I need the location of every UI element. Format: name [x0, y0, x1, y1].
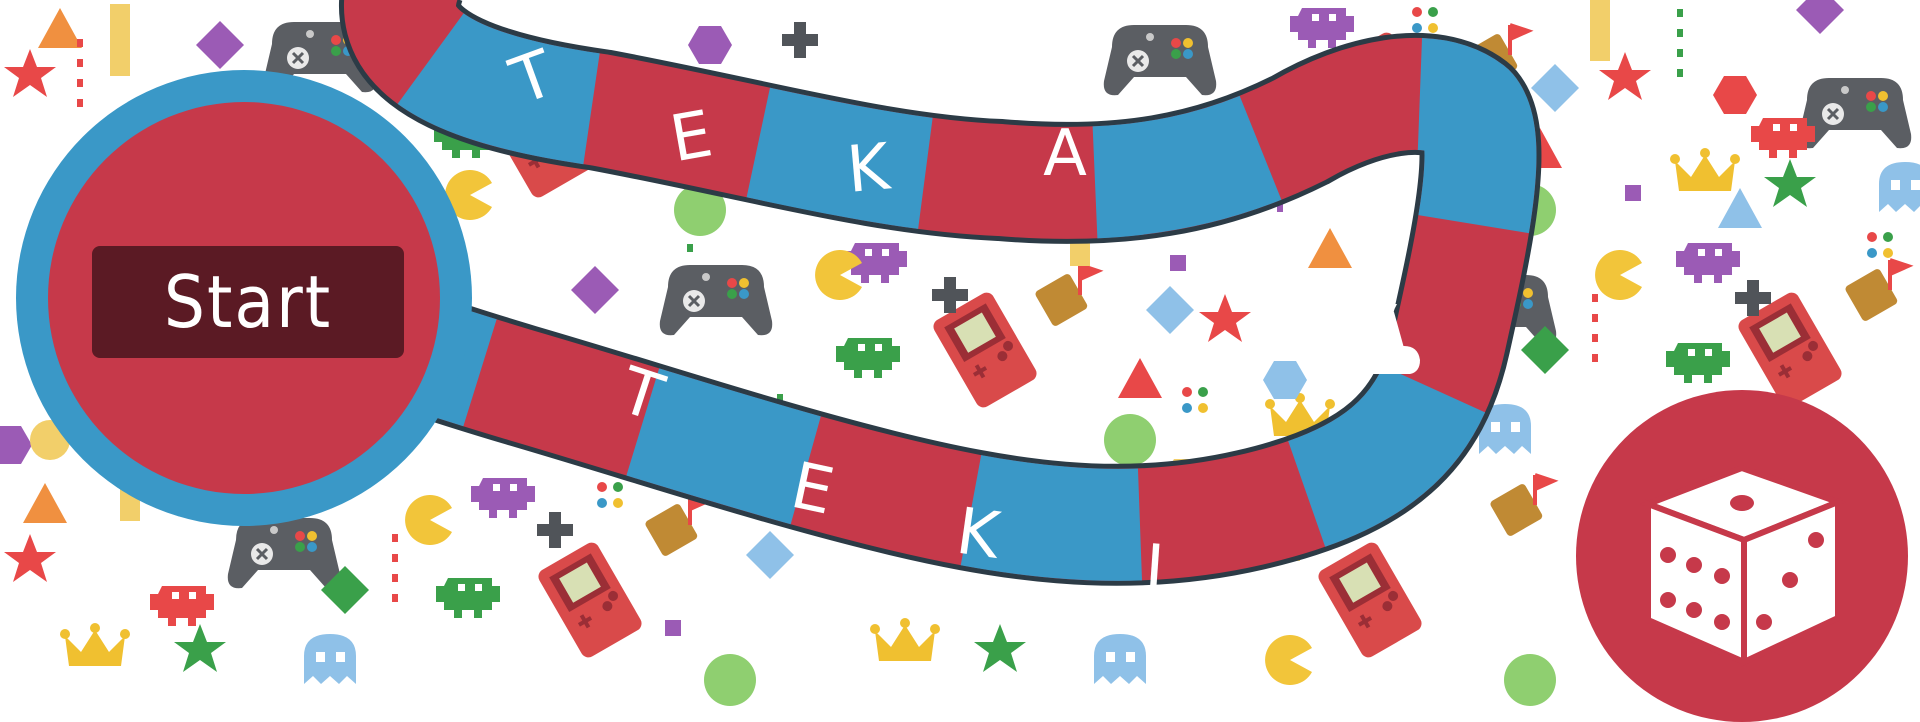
dots-shape — [77, 39, 83, 107]
track-letter: K — [844, 130, 894, 208]
game-controller-icon — [1102, 23, 1218, 97]
ghost-icon — [304, 634, 356, 684]
dots-shape — [1592, 294, 1598, 362]
pacman-icon — [1595, 250, 1642, 300]
diamond-icon — [1796, 0, 1844, 34]
star-icon — [1764, 159, 1816, 207]
dots-cluster-shape — [1412, 7, 1438, 33]
space-invader-icon — [436, 578, 500, 618]
track-letter: I — [1142, 531, 1166, 606]
diamond-icon — [746, 531, 794, 579]
star-icon — [974, 624, 1026, 672]
flag-icon — [1487, 473, 1555, 540]
triangle-icon — [23, 483, 67, 523]
triangle-icon — [38, 8, 82, 48]
pacman-icon — [1265, 635, 1312, 685]
space-invader-icon — [150, 586, 214, 626]
crown-icon — [60, 623, 130, 666]
hexagon-icon — [1713, 76, 1757, 114]
space-invader-icon — [1666, 343, 1730, 383]
hexagon-icon — [688, 26, 732, 64]
handheld-console-icon — [535, 539, 645, 661]
game-controller-icon — [658, 263, 774, 337]
start-button[interactable]: Start — [92, 246, 404, 358]
triangle-icon — [1118, 358, 1162, 398]
bar-shape — [110, 4, 130, 76]
dots-cluster-shape — [1182, 387, 1208, 413]
track-letter: A — [1043, 117, 1087, 191]
diamond-icon — [1531, 64, 1579, 112]
star-icon — [4, 49, 56, 97]
diamond-icon — [571, 266, 619, 314]
dots-shape — [1677, 9, 1683, 77]
triangle-icon — [1718, 188, 1762, 228]
ghost-icon — [1879, 162, 1920, 212]
space-invader-icon — [1751, 118, 1815, 158]
star-icon — [4, 534, 56, 582]
star-icon — [1199, 294, 1251, 342]
dice-icon — [1639, 464, 1847, 667]
diamond-icon — [196, 21, 244, 69]
circle-shape — [704, 654, 756, 706]
dpad-icon — [782, 22, 818, 58]
pacman-icon — [405, 495, 452, 545]
diamond-icon — [1521, 326, 1569, 374]
flag-icon — [1842, 258, 1910, 325]
diamond-icon — [1146, 286, 1194, 334]
flag-icon — [1032, 263, 1100, 330]
square-shape — [1170, 255, 1186, 271]
flag-icon — [642, 493, 710, 560]
star-icon — [174, 624, 226, 672]
dpad-icon — [537, 512, 573, 548]
circle-shape — [1104, 414, 1156, 466]
ghost-icon — [1094, 634, 1146, 684]
crown-icon — [870, 618, 940, 661]
circle-shape — [1504, 654, 1556, 706]
handheld-console-icon — [1315, 539, 1425, 661]
dots-cluster-shape — [1867, 232, 1893, 258]
square-shape — [1625, 185, 1641, 201]
game-controller-icon — [1797, 76, 1913, 150]
dots-shape — [392, 534, 398, 602]
space-invader-icon — [471, 478, 535, 518]
space-invader-icon — [1290, 8, 1354, 48]
crown-icon — [1670, 148, 1740, 191]
bar-shape — [1590, 0, 1610, 61]
space-invader-icon — [836, 338, 900, 378]
square-shape — [665, 620, 681, 636]
game-controller-icon — [226, 516, 342, 590]
space-invader-icon — [1676, 243, 1740, 283]
hexagon-icon — [0, 426, 32, 464]
dots-cluster-shape — [597, 482, 623, 508]
roll-dice-button[interactable] — [1576, 390, 1908, 722]
triangle-icon — [1308, 228, 1352, 268]
